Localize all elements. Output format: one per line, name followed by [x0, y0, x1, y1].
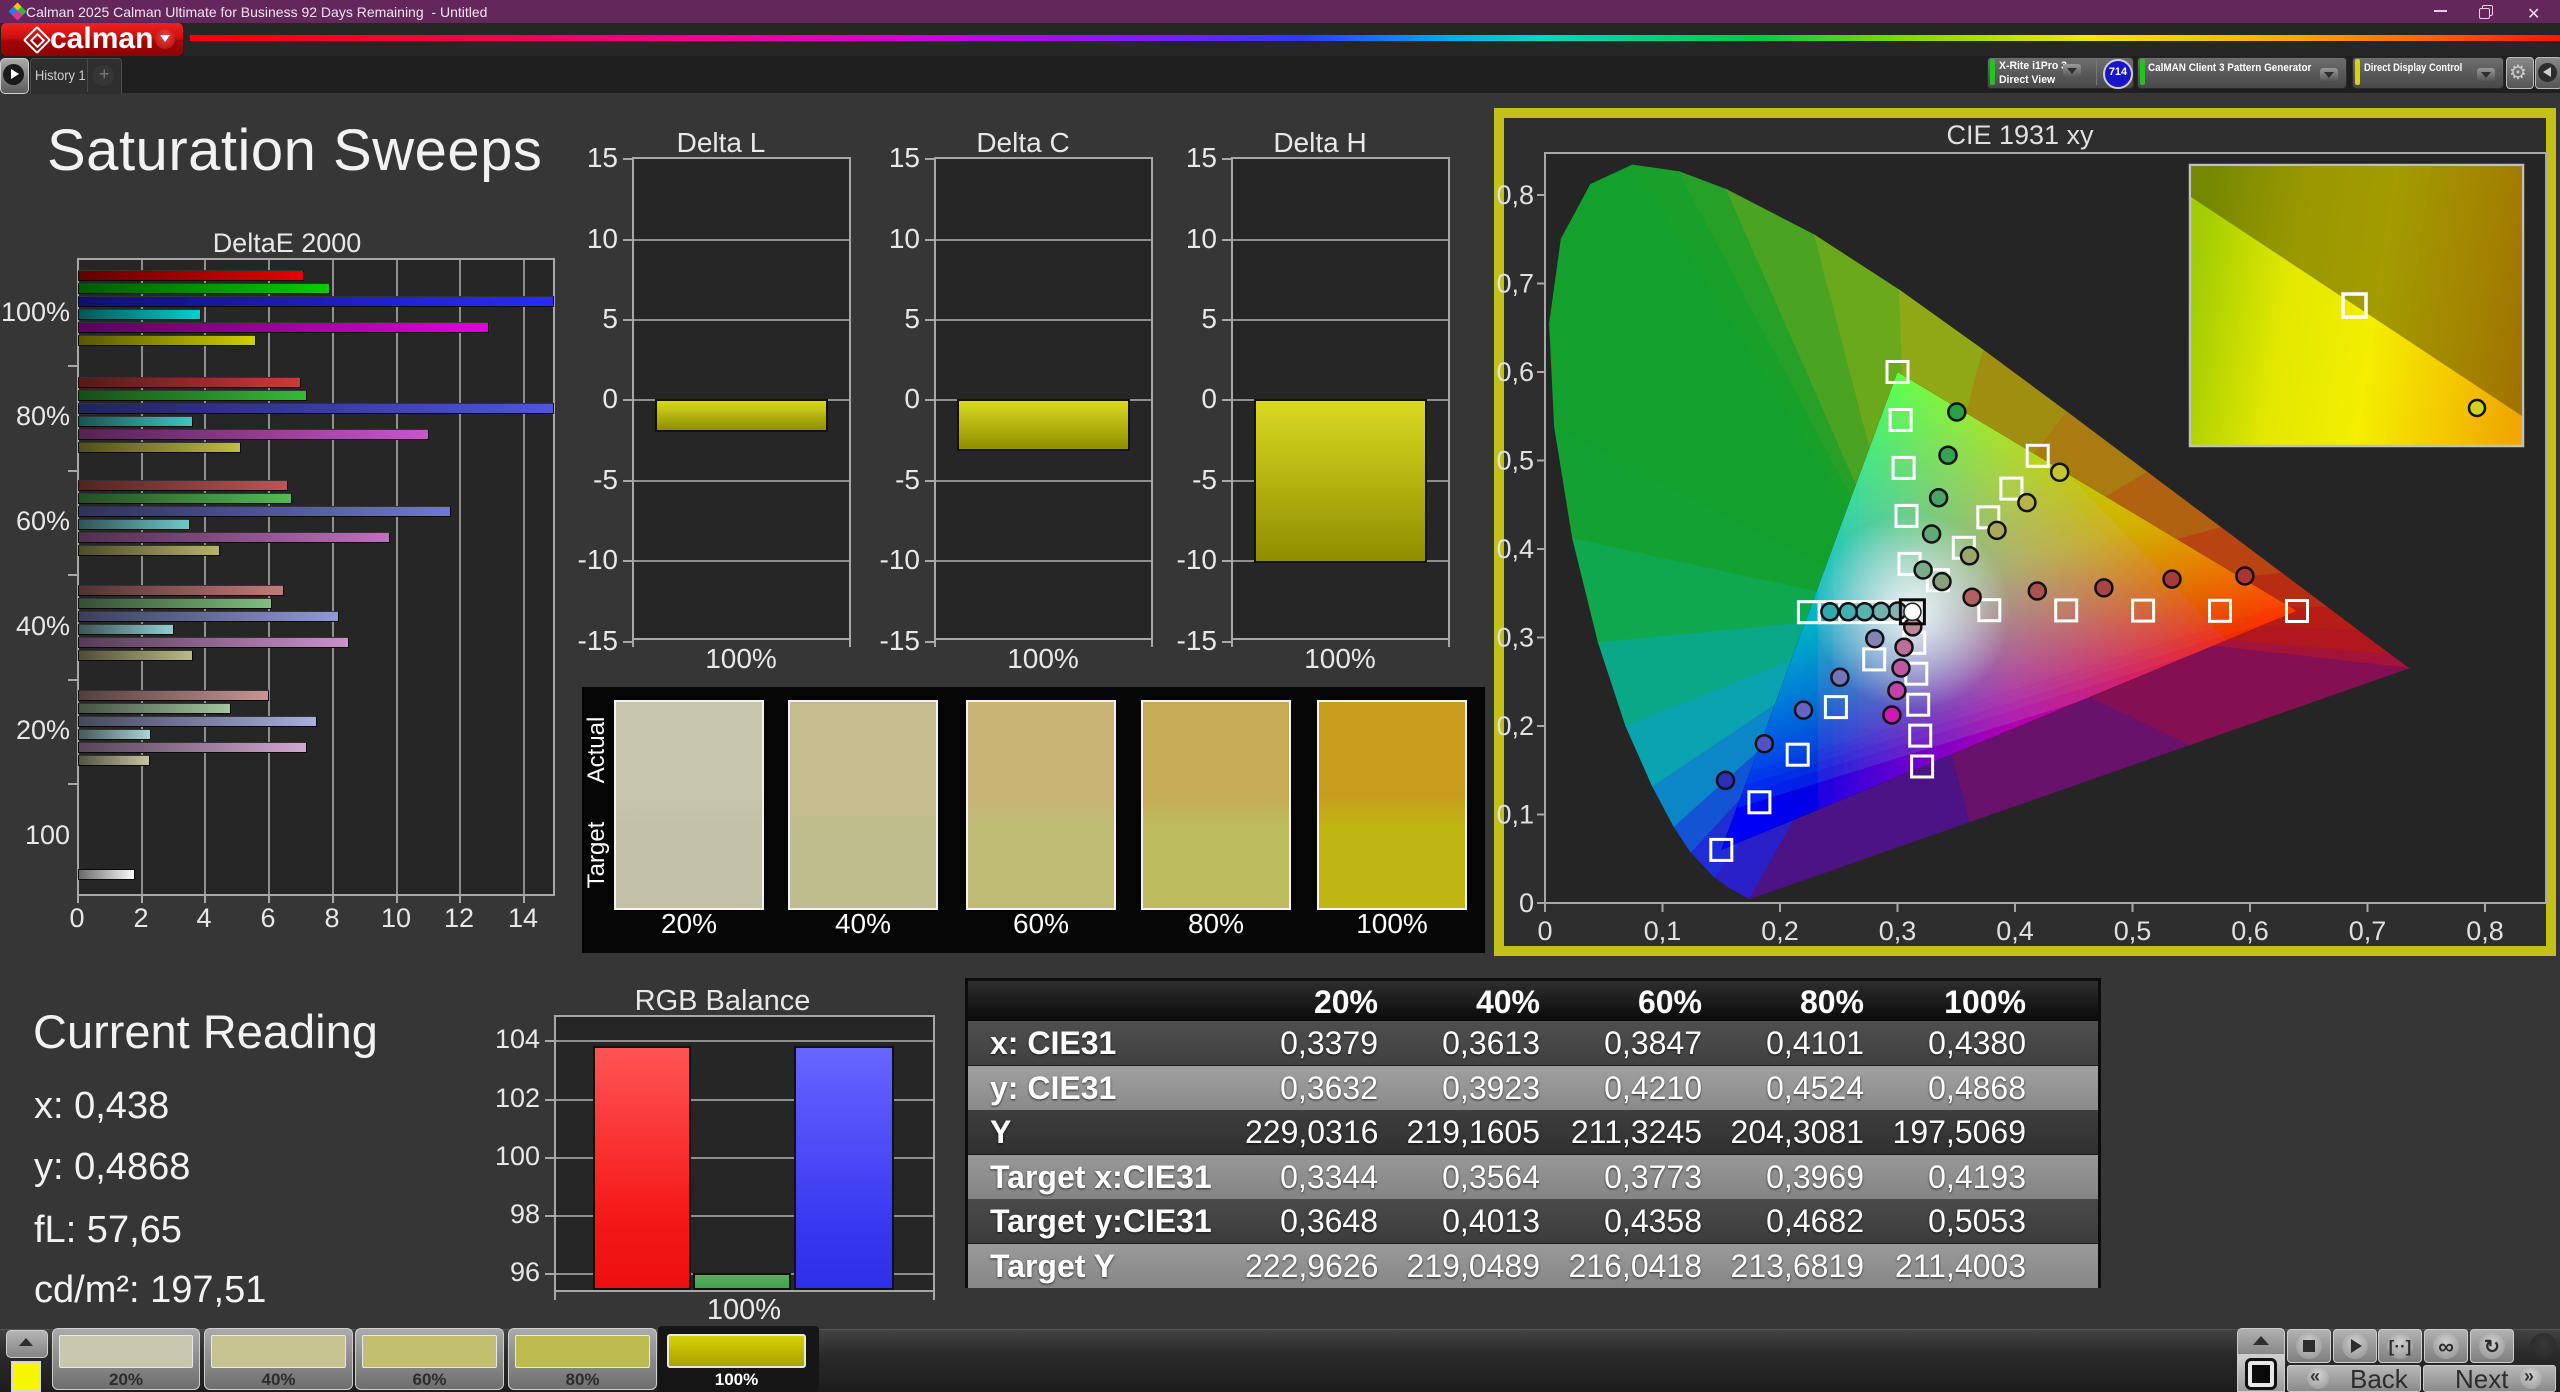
svg-text:0,3: 0,3: [1879, 916, 1917, 946]
svg-text:0,2: 0,2: [1761, 916, 1799, 946]
svg-text:0,6: 0,6: [1496, 357, 1534, 387]
svg-text:0,7: 0,7: [1496, 269, 1534, 299]
svg-text:0,7: 0,7: [2349, 916, 2387, 946]
svg-text:CIE 1931 xy: CIE 1931 xy: [1946, 120, 2094, 150]
svg-text:0,6: 0,6: [2231, 916, 2269, 946]
svg-text:0,2: 0,2: [1496, 711, 1534, 741]
svg-text:0: 0: [1537, 916, 1552, 946]
svg-text:0,1: 0,1: [1496, 800, 1534, 830]
svg-text:0,5: 0,5: [1496, 446, 1534, 476]
svg-text:0,4: 0,4: [1496, 534, 1534, 564]
svg-text:0,8: 0,8: [1496, 180, 1534, 210]
svg-text:0,4: 0,4: [1996, 916, 2034, 946]
svg-text:0: 0: [1519, 888, 1534, 918]
svg-text:0,3: 0,3: [1496, 623, 1534, 653]
svg-text:0,1: 0,1: [1644, 916, 1682, 946]
svg-text:0,8: 0,8: [2466, 916, 2504, 946]
svg-text:0,5: 0,5: [2114, 916, 2152, 946]
